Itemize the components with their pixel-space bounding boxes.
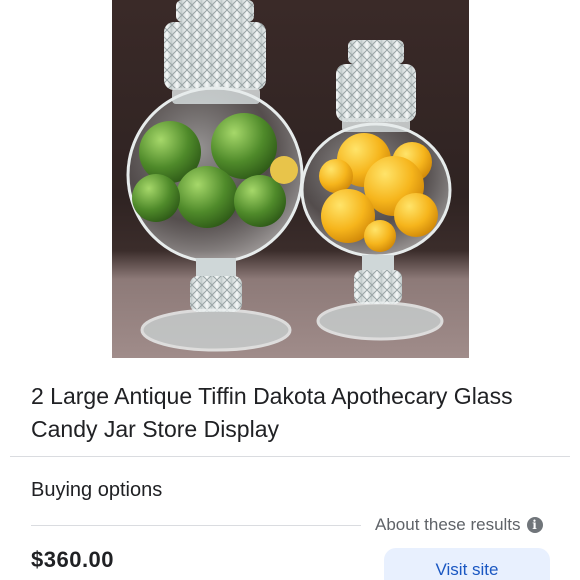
buying-options-heading: Buying options xyxy=(31,479,163,501)
divider xyxy=(10,456,570,457)
product-photo-illustration xyxy=(126,0,452,352)
product-image[interactable] xyxy=(112,0,469,358)
shopping-result-page: 2 Large Antique Tiffin Dakota Apothecary… xyxy=(0,0,580,580)
about-results-label: About these results xyxy=(375,515,521,534)
about-these-results-link[interactable]: About these results i xyxy=(375,515,543,535)
price: $360.00 xyxy=(31,547,115,572)
info-icon[interactable]: i xyxy=(526,517,543,533)
visit-site-button[interactable]: Visit site xyxy=(384,548,550,580)
product-title[interactable]: 2 Large Antique Tiffin Dakota Apothecary… xyxy=(31,380,561,446)
divider xyxy=(31,525,361,526)
left-jar xyxy=(126,0,304,352)
right-jar xyxy=(300,40,452,341)
